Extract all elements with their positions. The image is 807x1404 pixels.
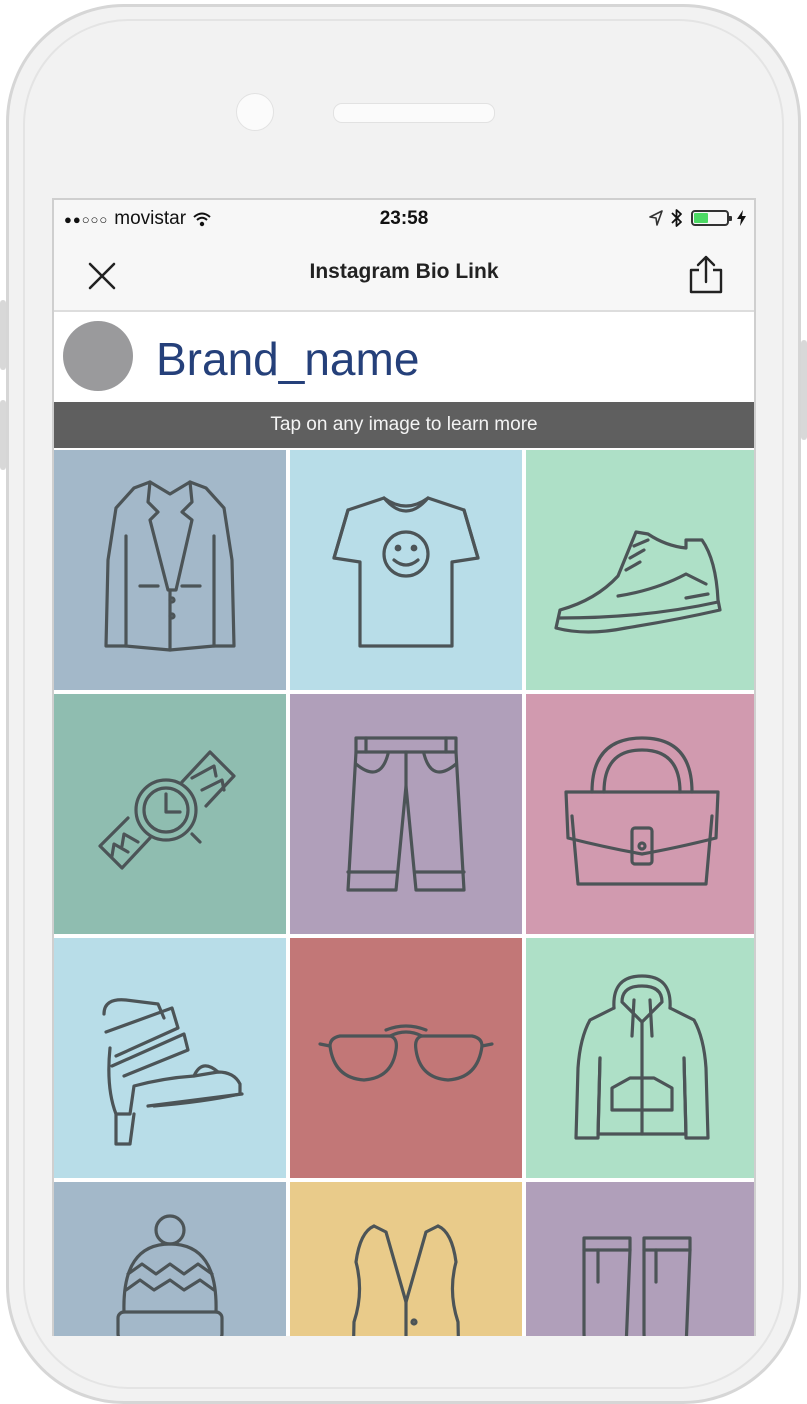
product-grid xyxy=(54,450,754,1336)
beanie-icon xyxy=(116,1214,224,1336)
share-icon[interactable] xyxy=(686,254,726,296)
vest-icon xyxy=(352,1224,460,1336)
product-tile-sneaker[interactable] xyxy=(526,450,754,690)
sneaker-icon xyxy=(554,530,722,634)
pants-icon xyxy=(346,736,466,892)
charging-bolt-icon xyxy=(737,210,746,226)
product-tile-hoodie[interactable] xyxy=(526,938,754,1178)
earpiece-speaker xyxy=(333,103,495,123)
battery-icon xyxy=(691,210,732,226)
avatar[interactable] xyxy=(63,321,133,391)
location-arrow-icon xyxy=(649,210,663,226)
screen: ●●○○○ movistar 23:58 Instagram Bio Link … xyxy=(52,198,756,1336)
volume-button xyxy=(0,400,6,470)
front-camera xyxy=(236,93,274,131)
blazer-icon xyxy=(104,480,236,652)
volume-button xyxy=(0,300,6,370)
watch-icon xyxy=(98,750,236,870)
power-button xyxy=(801,340,807,440)
battery-fill xyxy=(694,213,709,223)
hoodie-icon xyxy=(574,974,710,1140)
sunglasses-icon xyxy=(318,1024,494,1082)
sandal-icon xyxy=(102,998,244,1146)
navigation-bar: Instagram Bio Link xyxy=(54,240,754,312)
socks-icon xyxy=(582,1236,692,1336)
product-tile-beanie[interactable] xyxy=(54,1182,286,1336)
profile-header: Brand_name xyxy=(54,312,754,402)
brand-name[interactable]: Brand_name xyxy=(156,332,419,386)
handbag-icon xyxy=(564,736,720,886)
instruction-banner: Tap on any image to learn more xyxy=(54,402,754,448)
bluetooth-icon xyxy=(671,209,682,227)
page-title: Instagram Bio Link xyxy=(309,260,499,283)
product-tile-pants[interactable] xyxy=(290,694,522,934)
product-tile-tshirt[interactable] xyxy=(290,450,522,690)
tshirt-icon xyxy=(332,496,480,648)
product-tile-sandal[interactable] xyxy=(54,938,286,1178)
product-tile-watch[interactable] xyxy=(54,694,286,934)
status-bar: ●●○○○ movistar 23:58 xyxy=(54,200,754,240)
product-tile-sunglasses[interactable] xyxy=(290,938,522,1178)
product-tile-vest[interactable] xyxy=(290,1182,522,1336)
product-tile-handbag[interactable] xyxy=(526,694,754,934)
product-tile-blazer[interactable] xyxy=(54,450,286,690)
product-tile-socks[interactable] xyxy=(526,1182,754,1336)
